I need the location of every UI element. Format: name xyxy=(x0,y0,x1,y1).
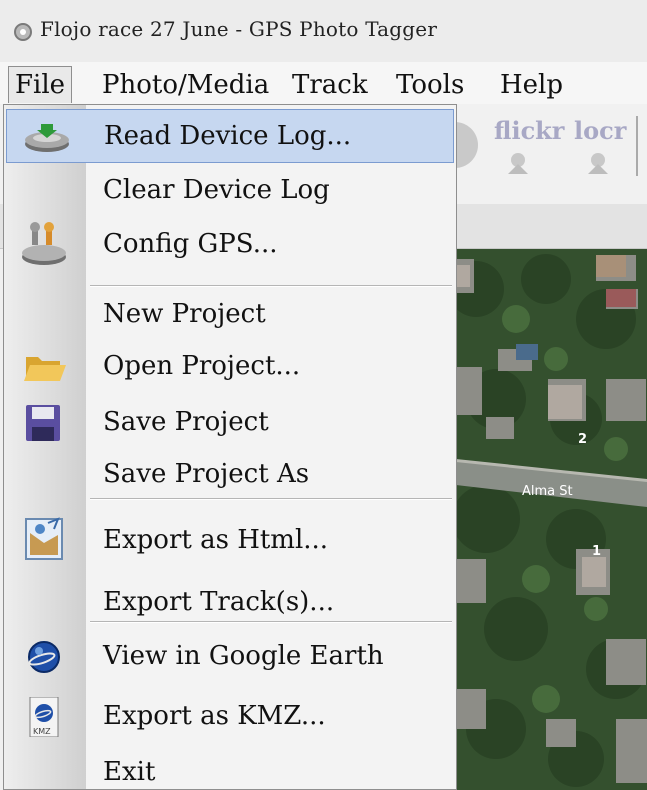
menu-item-save-project[interactable]: Save Project xyxy=(4,395,456,449)
menu-separator xyxy=(90,621,452,623)
menu-separator xyxy=(90,498,452,500)
config-gps-icon xyxy=(18,221,70,269)
menu-item-open-project[interactable]: Open Project... xyxy=(4,339,456,393)
folder-open-icon xyxy=(18,347,70,387)
export-html-label: Export as Html... xyxy=(103,525,329,555)
clear-device-log-label: Clear Device Log xyxy=(103,175,330,205)
menu-item-exit[interactable]: Exit xyxy=(4,745,456,789)
kmz-file-icon: KMZ xyxy=(18,696,70,738)
toolbar-separator xyxy=(636,116,638,176)
locr-upload-icon xyxy=(584,150,612,176)
export-tracks-label: Export Track(s)... xyxy=(103,587,335,617)
menu-item-save-project-as[interactable]: Save Project As xyxy=(4,447,456,501)
menu-item-read-device-log[interactable]: Read Device Log... xyxy=(6,109,454,163)
save-project-label: Save Project xyxy=(103,407,269,437)
street-label: Alma St xyxy=(522,484,573,499)
export-kmz-label: Export as KMZ... xyxy=(103,701,326,731)
menu-item-export-html[interactable]: Export as Html... xyxy=(4,513,456,567)
menu-track[interactable]: Track xyxy=(286,68,374,102)
file-menu-dropdown: Read Device Log... Clear Device Log Conf… xyxy=(3,104,457,790)
config-gps-label: Config GPS... xyxy=(103,229,278,259)
menu-item-view-google-earth[interactable]: View in Google Earth xyxy=(4,629,456,683)
exit-label: Exit xyxy=(103,757,156,787)
window-title: Flojo race 27 June - GPS Photo Tagger xyxy=(40,17,438,41)
title-bar: Flojo race 27 June - GPS Photo Tagger xyxy=(0,0,647,63)
menu-file[interactable]: File xyxy=(8,66,73,103)
track-marker-1[interactable]: 1 xyxy=(592,544,601,559)
locr-button[interactable]: locr xyxy=(574,116,626,145)
google-earth-icon xyxy=(18,637,70,677)
save-project-as-label: Save Project As xyxy=(103,459,310,489)
app-icon xyxy=(14,23,32,41)
save-floppy-icon xyxy=(18,403,70,443)
satellite-map[interactable]: Alma St 1 2 xyxy=(456,249,647,790)
export-html-icon xyxy=(18,513,70,565)
track-marker-2[interactable]: 2 xyxy=(578,432,587,447)
flickr-upload-icon xyxy=(504,150,532,176)
menu-item-export-kmz[interactable]: KMZ Export as KMZ... xyxy=(4,689,456,743)
read-device-log-label: Read Device Log... xyxy=(104,121,352,151)
menu-photo-media[interactable]: Photo/Media xyxy=(96,68,275,102)
new-project-label: New Project xyxy=(103,299,266,329)
view-google-earth-label: View in Google Earth xyxy=(103,641,384,671)
open-project-label: Open Project... xyxy=(103,351,301,381)
menu-bar: File Photo/Media Track Tools Help xyxy=(0,62,647,104)
menu-item-config-gps[interactable]: Config GPS... xyxy=(4,217,456,271)
menu-item-clear-device-log[interactable]: Clear Device Log xyxy=(4,163,456,217)
gps-device-icon xyxy=(21,118,73,158)
flickr-button[interactable]: flickr xyxy=(494,116,564,145)
menu-item-new-project[interactable]: New Project xyxy=(4,287,456,341)
menu-help[interactable]: Help xyxy=(494,68,569,102)
menu-tools[interactable]: Tools xyxy=(390,68,470,102)
svg-text:KMZ: KMZ xyxy=(33,727,51,736)
